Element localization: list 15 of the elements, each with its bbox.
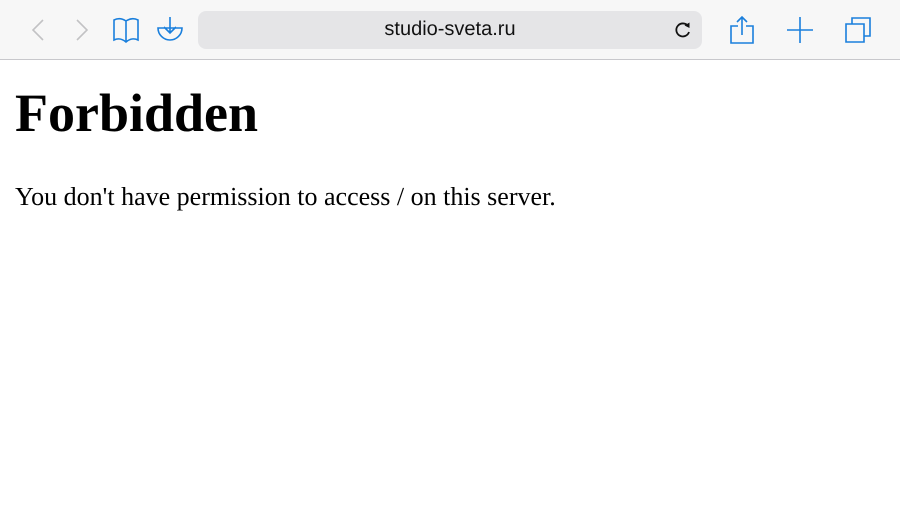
tabs-button[interactable] <box>843 14 873 44</box>
share-button[interactable] <box>727 14 757 44</box>
url-text: studio-sveta.ru <box>384 18 516 41</box>
reload-icon[interactable] <box>674 20 692 38</box>
download-icon <box>156 16 184 44</box>
book-icon <box>112 16 140 44</box>
back-icon <box>32 18 44 40</box>
page-heading: Forbidden <box>15 82 258 144</box>
share-icon <box>728 16 756 44</box>
new-tab-button[interactable] <box>785 14 815 44</box>
plus-icon <box>786 16 814 44</box>
tabs-icon <box>844 16 872 44</box>
error-message: You don't have permission to access / on this server. <box>15 182 556 212</box>
address-bar[interactable]: studio-sveta.ru <box>198 10 702 48</box>
forward-icon <box>76 18 88 40</box>
